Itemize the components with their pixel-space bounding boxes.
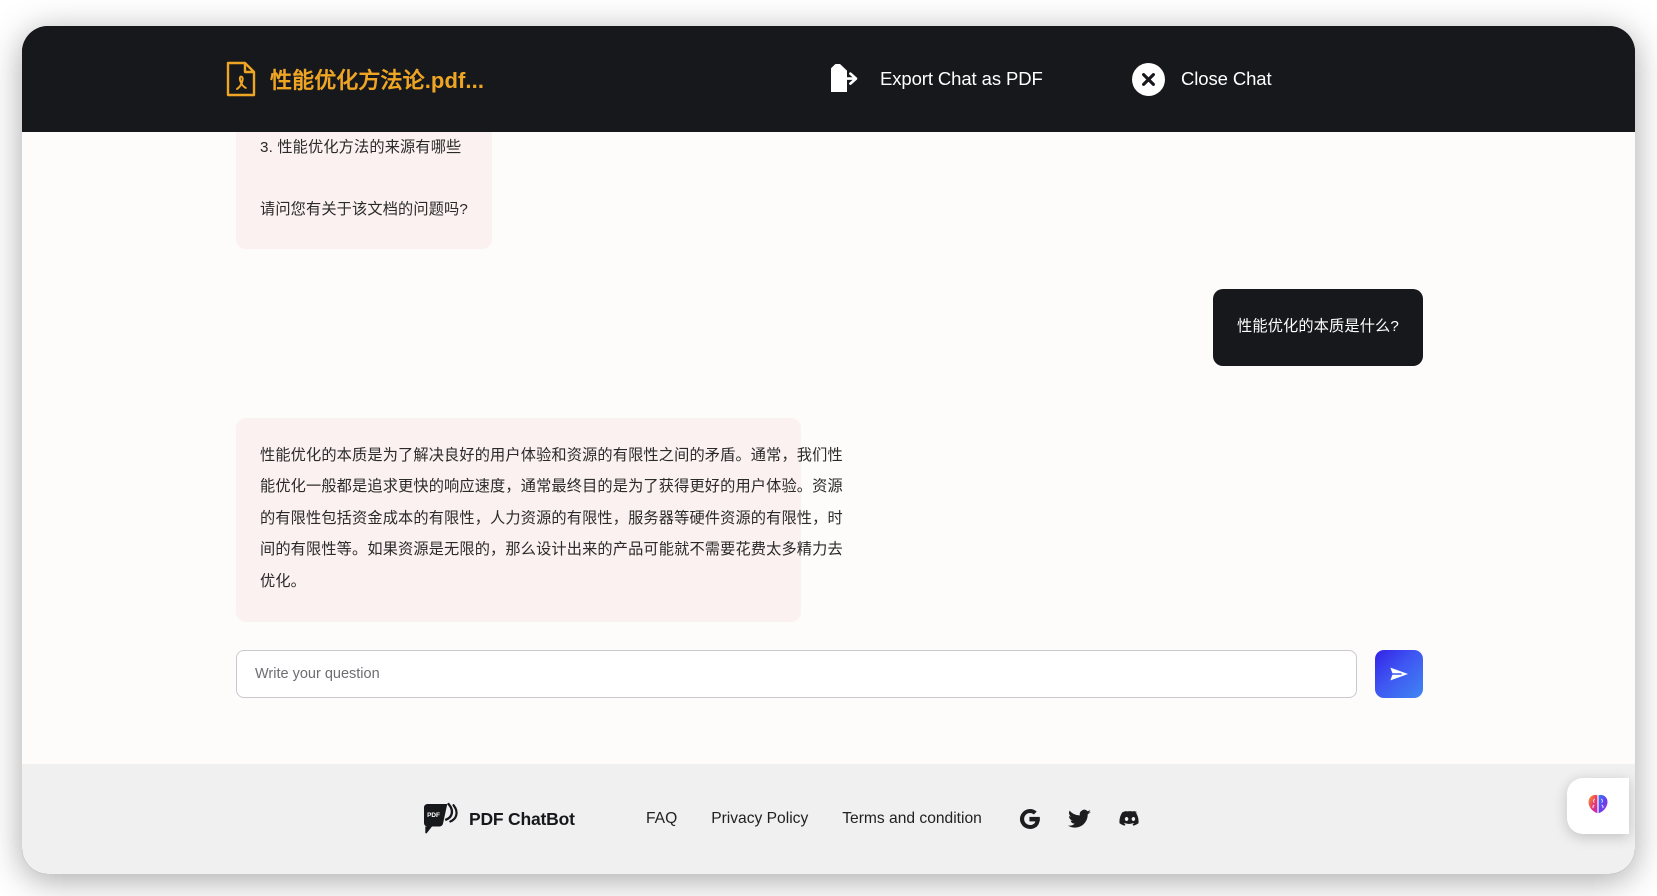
message-row-bot: 性能优化的本质是为了解决良好的用户体验和资源的有限性之间的矛盾。通常，我们性 能…	[22, 417, 1635, 622]
footer-link-privacy-policy[interactable]: Privacy Policy	[711, 810, 808, 828]
export-chat-label: Export Chat as PDF	[880, 68, 1043, 89]
bot-answer-line: 间的有限性等。如果资源是无限的，那么设计出来的产品可能就不需要花费太多精力去	[260, 541, 843, 559]
twitter-icon[interactable]	[1068, 807, 1092, 831]
brand-group[interactable]: PDF PDF ChatBot	[420, 799, 575, 839]
export-chat-as-pdf-button[interactable]: Export Chat as PDF	[826, 62, 1043, 96]
document-title: 性能优化方法论.pdf...	[270, 68, 485, 93]
brand-name: PDF ChatBot	[469, 808, 575, 829]
user-message-text: 性能优化的本质是什么?	[1237, 318, 1399, 336]
discord-icon[interactable]	[1118, 807, 1142, 831]
app-footer: PDF PDF ChatBot FAQ Privacy Policy Terms…	[22, 764, 1635, 874]
export-document-icon	[826, 62, 862, 96]
close-chat-label: Close Chat	[1181, 68, 1272, 89]
bot-answer-line: 的有限性包括资金成本的有限性，人力资源的有限性，服务器等硬件资源的有限性，时	[260, 509, 843, 527]
bot-answer-bubble: 性能优化的本质是为了解决良好的用户体验和资源的有限性之间的矛盾。通常，我们性 能…	[236, 417, 843, 622]
chat-app-shell: 性能优化方法论.pdf... Export Chat as PDF Close …	[22, 26, 1635, 874]
close-x-icon	[1132, 62, 1165, 96]
pdf-chatbot-logo: PDF	[420, 799, 460, 839]
user-message-bubble: 性能优化的本质是什么?	[1213, 289, 1423, 366]
footer-links: FAQ Privacy Policy Terms and condition	[646, 810, 982, 828]
message-list: 3. 性能优化方法的来源有哪些 请问您有关于该文档的问题吗? 性能优化的本质是什…	[22, 132, 1635, 650]
bot-answer-line: 优化。	[260, 572, 307, 590]
social-links	[1018, 807, 1142, 831]
footer-link-terms-and-condition[interactable]: Terms and condition	[842, 810, 982, 828]
bot-message-bubble: 3. 性能优化方法的来源有哪些 请问您有关于该文档的问题吗?	[236, 132, 492, 250]
bot-answer-line: 能优化一般都是追求更快的响应速度，通常最终目的是为了获得更好的用户体验。资源	[260, 478, 843, 496]
send-paper-plane-icon	[1387, 662, 1411, 686]
composer	[22, 650, 1635, 764]
page-root: 性能优化方法论.pdf... Export Chat as PDF Close …	[0, 0, 1657, 896]
question-input[interactable]	[236, 650, 1357, 698]
close-chat-button[interactable]: Close Chat	[1132, 62, 1272, 96]
footer-link-faq[interactable]: FAQ	[646, 810, 677, 828]
app-header: 性能优化方法论.pdf... Export Chat as PDF Close …	[22, 26, 1635, 132]
bot-answer-line: 性能优化的本质是为了解决良好的用户体验和资源的有限性之间的矛盾。通常，我们性	[260, 446, 843, 464]
message-row-user: 性能优化的本质是什么?	[22, 289, 1635, 366]
google-icon[interactable]	[1018, 807, 1042, 831]
chat-area: 3. 性能优化方法的来源有哪些 请问您有关于该文档的问题吗? 性能优化的本质是什…	[22, 132, 1635, 764]
pdf-file-icon	[226, 61, 256, 97]
svg-text:PDF: PDF	[427, 812, 440, 819]
bot-message-line: 3. 性能优化方法的来源有哪些	[260, 139, 462, 156]
bot-message-question: 请问您有关于该文档的问题吗?	[260, 200, 468, 218]
assistant-widget-button[interactable]	[1567, 778, 1629, 834]
document-title-group[interactable]: 性能优化方法论.pdf...	[226, 61, 484, 97]
brain-icon	[1584, 792, 1612, 820]
send-button[interactable]	[1375, 650, 1423, 698]
message-row-bot: 3. 性能优化方法的来源有哪些 请问您有关于该文档的问题吗?	[22, 132, 1635, 250]
